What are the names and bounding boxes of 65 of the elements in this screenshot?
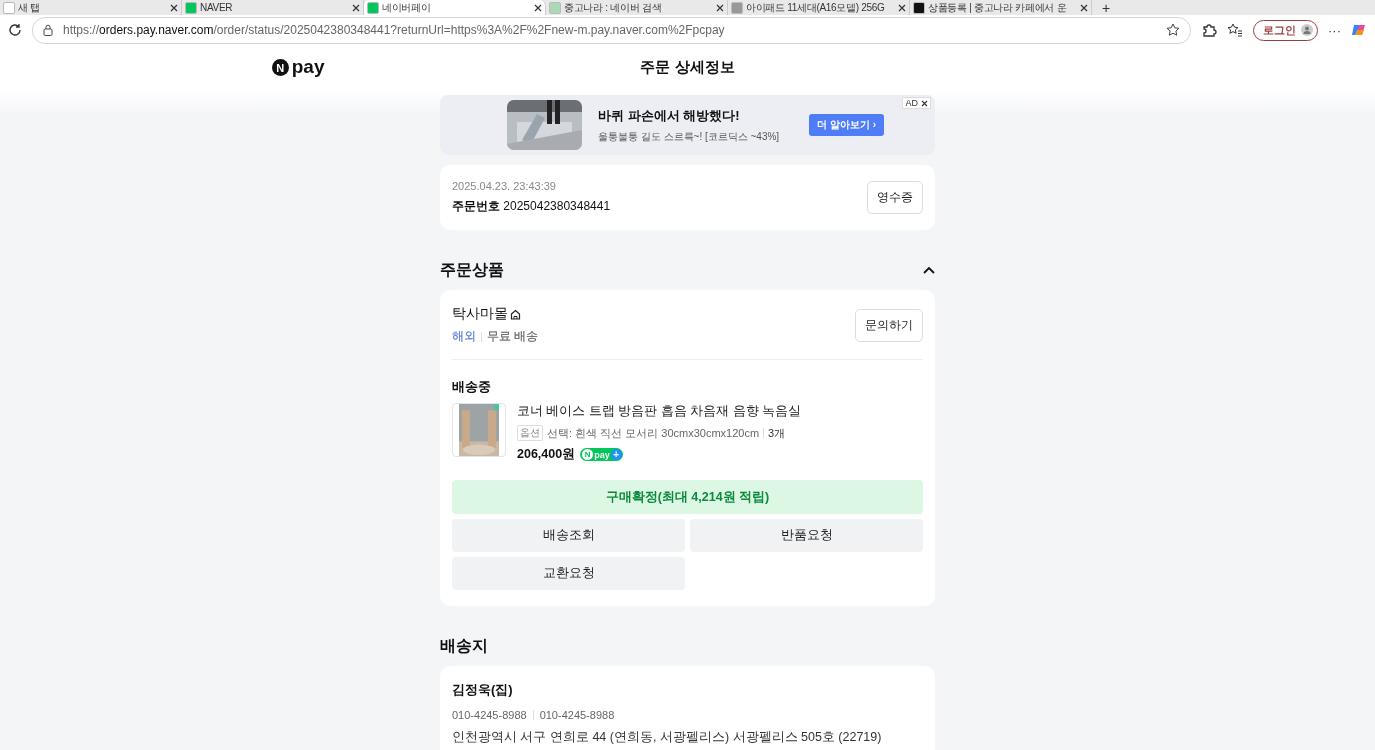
section-title: 주문상품 [440,260,504,280]
browser-tab[interactable]: 새 탭 [0,0,182,15]
person-icon [1301,24,1313,36]
ad-headline: 바퀴 파손에서 해방했다! [598,106,741,125]
action-button[interactable]: 반품요청 [690,519,923,552]
address-bar[interactable]: https://orders.pay.naver.com/order/status/2025042380348441?returnUrl=https%3A%2F%2Fnew-m.pay.naver.com%2Fpcpay [32,16,1191,44]
ad-badge[interactable]: AD [902,97,931,109]
favorites-icon[interactable] [1227,23,1243,37]
favicon-icon [913,1,925,14]
puzzle-icon[interactable] [1201,22,1217,38]
close-icon[interactable] [1080,3,1088,12]
section-title: 배송지 [440,636,488,656]
browser-tab[interactable]: 네이버페이 [364,0,546,15]
reload-icon[interactable] [8,23,22,37]
more-button[interactable]: ··· [1328,22,1341,38]
favicon-icon [731,1,743,14]
store-tag: 해외 [452,328,476,345]
phone-number: 010-4245-8988 [539,709,615,721]
ad-subtext: 울퉁불퉁 길도 스르륵~! [코르딕스 ~43%] [598,129,780,144]
chevron-up-icon[interactable] [923,266,935,275]
receipt-button[interactable]: 영수증 [867,181,923,214]
npay-plus-badge: N pay + [580,448,623,461]
quantity: 3개 [768,425,786,441]
close-icon[interactable] [352,3,360,12]
delivery-status: 배송중 [452,378,492,396]
order-date: 2025.04.23. 23:43:39 [452,180,557,192]
copilot-icon[interactable] [1351,22,1367,38]
page-title: 주문 상세정보 [639,58,736,77]
favicon-icon [549,1,561,14]
profile-button[interactable]: 로그인 [1253,19,1318,41]
logo-mark: N [271,59,289,76]
close-icon[interactable] [170,3,178,12]
close-icon[interactable] [898,3,906,12]
close-icon[interactable] [534,3,542,12]
product-name[interactable]: 코너 베이스 트랩 방음판 흡음 차음재 음향 녹음실 [517,403,802,420]
browser-tab[interactable]: 상품등록 | 중고나라 카페에서 운 [910,0,1092,15]
browser-tab[interactable]: 중고나라 : 네이버 검색 [546,0,728,15]
action-button[interactable]: 교환요청 [452,557,685,590]
logo-text: pay [291,56,325,76]
browser-tab[interactable]: NAVER [182,0,364,15]
product-thumbnail[interactable] [452,403,506,457]
favicon-icon [185,1,197,14]
ad-banner[interactable]: 바퀴 파손에서 해방했다! 울퉁불퉁 길도 스르륵~! [코르딕스 ~43%] 더 알아보기 › AD [440,95,935,155]
option-text: 선택: 흰색 직선 모서리 30cmx30cmx120cm [547,425,760,441]
learn-more-button[interactable]: 더 알아보기 › [809,114,885,136]
star-icon[interactable] [1166,23,1180,37]
new-tab-button[interactable]: + [1092,2,1121,15]
favicon-icon [367,1,379,14]
close-icon[interactable] [716,3,724,12]
inquiry-button[interactable]: 문의하기 [855,308,923,342]
store-name[interactable]: 탁사마몰 [452,305,508,323]
phone-number: 010-4245-8988 [452,709,527,721]
ad-label: AD [905,98,918,108]
shipping-address: 인천광역시 서구 연희로 44 (연희동, 서광펠리스) 서광펠리스 505호 (22719) [452,729,883,746]
home-icon [510,308,521,320]
browser-tab[interactable]: 아이패드 11세대(A16모델) 256G [728,0,910,15]
option-label: 옵션 [517,425,543,441]
store-tag: 무료 배송 [487,328,539,345]
action-button[interactable]: 배송조회 [452,519,685,552]
lock-icon [43,24,53,36]
confirm-purchase-button[interactable]: 구매확정(최대 4,214원 적립) [452,480,923,514]
close-icon[interactable] [921,99,928,107]
recipient-name: 김정욱(집) [452,681,514,699]
order-number: 주문번호 2025042380348441 [452,198,611,215]
product-price: 206,400원 [517,446,576,463]
